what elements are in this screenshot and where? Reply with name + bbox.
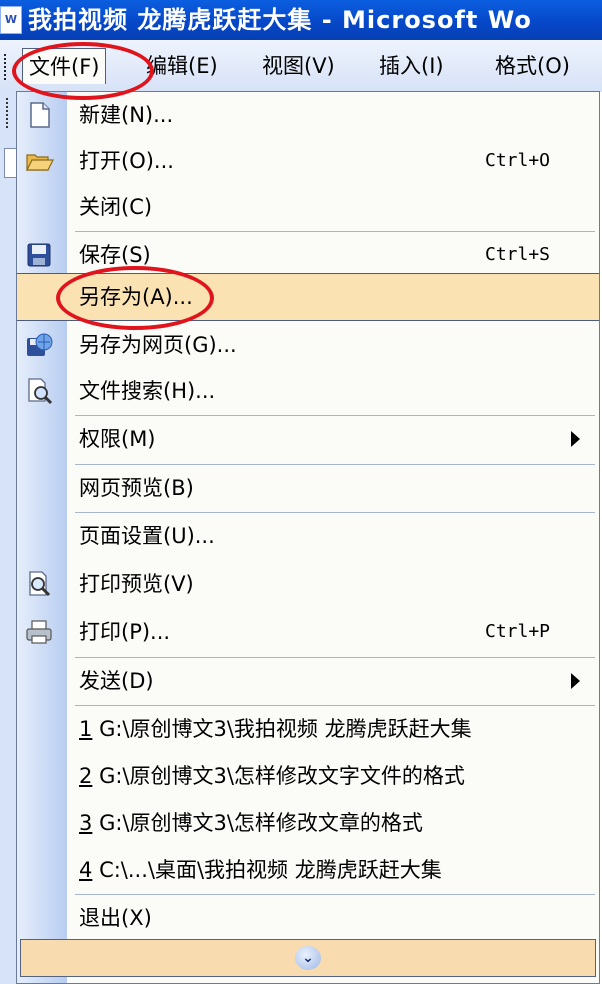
menu-view[interactable]: 视图(V) [262, 48, 335, 84]
save-disk-icon [27, 243, 51, 267]
menu-item-file-search[interactable]: 文件搜索(H)... [17, 368, 599, 414]
shortcut-label: Ctrl+O [485, 150, 551, 171]
menu-item-label: 文件搜索(H)... [79, 379, 216, 403]
menu-item-new[interactable]: 新建(N)... [17, 92, 599, 138]
menu-item-web-preview[interactable]: 网页预览(B) [17, 465, 599, 511]
recent-file-number: 3 [79, 811, 93, 835]
menu-item-label: 打印(P)... [79, 620, 171, 644]
menu-item-permission[interactable]: 权限(M) [17, 416, 599, 462]
recent-file-path: G:\原创博文3\我拍视频 龙腾虎跃赶大集 [99, 717, 472, 741]
print-preview-icon [29, 571, 51, 597]
recent-file-path: G:\原创博文3\怎样修改文章的格式 [99, 811, 423, 835]
toolbar-grip[interactable] [4, 54, 10, 80]
recent-file-4[interactable]: 4 C:\...\桌面\我拍视频 龙腾虎跃赶大集 [17, 847, 599, 893]
recent-file-label: 1 G:\原创博文3\我拍视频 龙腾虎跃赶大集 [79, 706, 472, 752]
menu-item-save-as[interactable]: 另存为(A)... [17, 273, 599, 321]
menu-item-label: 另存为网页(G)... [79, 333, 237, 357]
recent-file-number: 4 [79, 858, 93, 882]
menu-edit[interactable]: 编辑(E) [146, 48, 218, 84]
file-search-icon [28, 378, 53, 405]
word-doc-icon: W [0, 6, 22, 34]
menu-item-page-setup[interactable]: 页面设置(U)... [17, 513, 599, 559]
recent-file-2[interactable]: 2 G:\原创博文3\怎样修改文字文件的格式 [17, 753, 599, 799]
save-as-webpage-icon [27, 333, 53, 356]
menu-item-label: 退出(X) [79, 906, 152, 930]
title-bar: W 我拍视频 龙腾虎跃赶大集 - Microsoft Wo [0, 0, 602, 40]
recent-file-path: G:\原创博文3\怎样修改文字文件的格式 [99, 764, 465, 788]
new-document-icon [30, 102, 50, 128]
shortcut-label: Ctrl+S [485, 244, 551, 265]
menu-item-save[interactable]: 保存(S) Ctrl+S [17, 232, 599, 278]
recent-file-number: 2 [79, 764, 93, 788]
menu-item-send[interactable]: 发送(D) [17, 658, 599, 704]
recent-file-number: 1 [79, 717, 93, 741]
menu-item-label: 保存(S) [79, 243, 151, 267]
menu-item-exit[interactable]: 退出(X) [17, 895, 599, 941]
expand-menu-bar[interactable]: ⌄ [20, 939, 596, 977]
file-menu-dropdown: 新建(N)... 打开(O)... Ctrl+O 关闭(C) 保存(S) Ctr… [16, 91, 600, 984]
submenu-arrow-icon [571, 673, 580, 689]
menu-item-print-preview[interactable]: 打印预览(V) [17, 561, 599, 607]
menu-item-open[interactable]: 打开(O)... Ctrl+O [17, 138, 599, 184]
submenu-arrow-icon [571, 431, 580, 447]
menu-item-label: 网页预览(B) [79, 476, 194, 500]
recent-file-label: 4 C:\...\桌面\我拍视频 龙腾虎跃赶大集 [79, 847, 442, 893]
menu-bar: 文件(F) 编辑(E) 视图(V) 插入(I) 格式(O) [0, 40, 602, 92]
toolbar-grip[interactable] [6, 98, 12, 128]
menu-file[interactable]: 文件(F) [22, 48, 107, 84]
shortcut-label: Ctrl+P [485, 621, 551, 642]
recent-file-1[interactable]: 1 G:\原创博文3\我拍视频 龙腾虎跃赶大集 [17, 706, 599, 752]
recent-file-label: 2 G:\原创博文3\怎样修改文字文件的格式 [79, 753, 465, 799]
menu-item-label: 新建(N)... [79, 103, 174, 127]
window-title: 我拍视频 龙腾虎跃赶大集 - Microsoft Wo [28, 6, 532, 34]
menu-insert[interactable]: 插入(I) [379, 48, 444, 84]
menu-format[interactable]: 格式(O) [495, 48, 570, 84]
recent-file-path: C:\...\桌面\我拍视频 龙腾虎跃赶大集 [99, 858, 442, 882]
menu-item-close[interactable]: 关闭(C) [17, 184, 599, 230]
printer-icon [26, 620, 52, 644]
menu-item-label: 另存为(A)... [79, 285, 193, 309]
menu-item-print[interactable]: 打印(P)... Ctrl+P [17, 609, 599, 655]
menu-item-label: 关闭(C) [79, 195, 153, 219]
recent-file-3[interactable]: 3 G:\原创博文3\怎样修改文章的格式 [17, 800, 599, 846]
menu-item-label: 页面设置(U)... [79, 524, 215, 548]
menu-item-label: 打开(O)... [79, 149, 174, 173]
menu-item-label: 发送(D) [79, 669, 154, 693]
menu-item-label: 打印预览(V) [79, 572, 194, 596]
menu-item-save-as-webpage[interactable]: 另存为网页(G)... [17, 322, 599, 368]
menu-item-label: 权限(M) [79, 427, 156, 451]
chevron-double-down-icon[interactable]: ⌄ [295, 946, 321, 970]
recent-file-label: 3 G:\原创博文3\怎样修改文章的格式 [79, 800, 423, 846]
open-folder-icon [26, 154, 54, 171]
